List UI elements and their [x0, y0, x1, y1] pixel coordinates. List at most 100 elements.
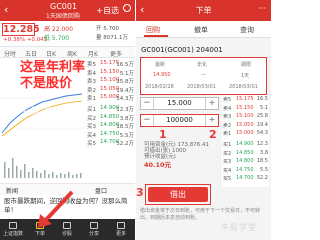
order-price: 15.150 — [100, 68, 120, 75]
step-3-label: 3 — [136, 186, 144, 199]
order-price: 14.800 — [236, 158, 254, 165]
low-value: 低 5.700 — [44, 35, 70, 42]
order-book-row[interactable]: 卖5 15.175 16.5万 — [87, 60, 134, 68]
order-volume: 5.5 — [260, 166, 268, 173]
order-book-row[interactable]: 买2 14.850 3.8万 — [87, 114, 134, 122]
order-book-row[interactable]: 买4 14.750 5.5 — [223, 167, 268, 174]
order-price: 14.850 — [100, 113, 120, 120]
minus-icon[interactable]: − — [141, 98, 154, 109]
order-volume: 3.8万 — [119, 115, 134, 122]
minus-icon[interactable]: − — [141, 115, 154, 126]
order-book-row[interactable]: 买3 14.800 18.5万 — [87, 122, 134, 130]
order-volume: 5.1 — [260, 104, 268, 111]
tab-monthly-k[interactable]: 月K — [88, 49, 98, 58]
order-book-row[interactable]: 卖2 15.050 19.4 — [223, 122, 268, 129]
plus-icon[interactable]: + — [205, 98, 218, 109]
order-book-row[interactable]: 买5 14.700 52.2万 — [87, 139, 134, 147]
add-favorite-button[interactable]: +自选 — [96, 5, 119, 16]
tab-query[interactable]: 查询 — [240, 25, 254, 35]
nav-share[interactable]: 分享 — [83, 220, 105, 239]
tab-intraday[interactable]: 分时 — [4, 49, 16, 58]
order-level-label: 卖1 — [223, 131, 232, 138]
nav-more[interactable]: 更多 — [110, 220, 132, 239]
order-level-label: 卖1 — [87, 96, 96, 103]
order-book-row[interactable]: 买1 14.900 12.3万 — [87, 105, 134, 113]
quote-summary: 12.285 +0.38% +0.045 高 22.000 低 5.700 开 … — [0, 21, 135, 47]
tab-cancel[interactable]: 撤单 — [194, 25, 208, 35]
tab-daily-k[interactable]: 日K — [46, 49, 56, 58]
page-title: 下单 — [195, 6, 212, 15]
index-icon — [9, 222, 17, 229]
order-level-label: 买1 — [223, 142, 232, 148]
volume-value: 量 8071.1万 — [96, 35, 128, 41]
order-volume: 54.3 — [256, 130, 268, 137]
table-cell: 2018/03/01 — [229, 84, 258, 90]
rate-input[interactable]: 15.000 — [154, 99, 205, 107]
tab-repo[interactable]: 回购 — [146, 25, 160, 35]
table-cell: 2018/03/01 — [187, 84, 216, 90]
tab-more[interactable]: 更多 — [110, 49, 122, 58]
order-book-row[interactable]: 卖4 15.150 5.1 — [223, 105, 268, 112]
order-level-label: 买4 — [223, 167, 232, 174]
order-book: 卖5 15.175 16.5 卖4 15.150 5.1 卖3 15.100 25.8 卖2 15.… — [222, 95, 269, 187]
order-book-row[interactable]: 买1 14.900 12.3 — [223, 141, 268, 148]
order-book-row[interactable]: 卖2 15.050 19.4万 — [87, 86, 134, 94]
order-price: 15.100 — [236, 113, 254, 120]
order-book-row[interactable]: 卖5 15.175 16.5 — [223, 96, 268, 103]
order-book-row[interactable]: 卖3 15.100 25.8 — [223, 113, 268, 120]
table-cell: 14.950 — [153, 72, 171, 78]
order-volume: 19.4 — [256, 121, 268, 128]
table-cell: — — [201, 72, 206, 78]
order-book-row[interactable]: 买3 14.800 18.5 — [223, 158, 268, 165]
order-book-row[interactable]: 卖3 15.100 25.8万 — [87, 77, 134, 85]
order-price: 15.050 — [236, 121, 254, 128]
order-price: 15.150 — [236, 104, 254, 111]
nav-index[interactable]: 上证指数 — [2, 220, 24, 239]
more-icon — [117, 222, 125, 229]
order-volume: 18.5万 — [116, 124, 134, 131]
back-arrow-icon[interactable]: ‹ — [4, 3, 8, 16]
tab-news[interactable]: 新闻 — [6, 186, 18, 195]
order-tabs: 回购 撤单 查询 — [136, 21, 271, 38]
order-book-row[interactable]: 卖1 15.000 54.3万 — [87, 94, 134, 102]
order-level-label: 买1 — [87, 107, 96, 113]
order-price: 14.900 — [236, 141, 254, 147]
order-level-label: 买5 — [87, 141, 96, 148]
plus-icon[interactable]: + — [205, 115, 218, 126]
order-level-label: 卖3 — [87, 79, 96, 86]
order-volume: 16.5万 — [116, 62, 134, 68]
order-volume: 5.5万 — [119, 132, 134, 139]
order-book: 卖5 15.175 16.5万 卖4 15.150 5.1万 卖3 15.100 25.8万 卖2… — [85, 58, 135, 150]
rate-stepper[interactable]: − 15.000 + — [140, 97, 219, 110]
lend-button[interactable]: 借出 — [148, 187, 208, 202]
last-price: 12.285 — [2, 23, 40, 36]
search-icon[interactable] — [123, 4, 131, 12]
order-price: 14.850 — [236, 149, 254, 156]
order-book-row[interactable]: 买2 14.850 3.8 — [223, 150, 268, 157]
share-icon — [90, 222, 98, 229]
more-dots-icon[interactable]: ··· — [258, 4, 266, 13]
table-header: 最新 — [155, 62, 166, 68]
order-book-row[interactable]: 买5 14.700 52.2 — [223, 175, 268, 182]
stock-code: GC001 — [50, 2, 78, 11]
order-level-label: 卖3 — [223, 114, 232, 121]
quote-table: 最新 年化 期限 14.950 — 1天 2018/02/28 2018/03/… — [140, 57, 267, 95]
tab-weekly-k[interactable]: 周K — [67, 49, 77, 58]
tab-5day[interactable]: 五日 — [25, 49, 37, 58]
price-change: +0.38% +0.045 — [3, 37, 48, 43]
table-header: 年化 — [197, 62, 208, 68]
order-level-label: 买4 — [87, 132, 96, 139]
amount-stepper[interactable]: − 100000 + — [140, 114, 219, 127]
arrow-annotation-icon — [38, 190, 74, 228]
order-book-row[interactable]: 卖1 15.000 54.3 — [223, 130, 268, 137]
amount-input[interactable]: 100000 — [154, 116, 205, 124]
tab-handicap[interactable]: 盘口 — [95, 186, 107, 195]
order-volume: 18.5 — [256, 158, 268, 165]
order-book-row[interactable]: 卖4 15.150 5.1万 — [87, 69, 134, 77]
order-level-label: 买2 — [87, 115, 96, 122]
order-volume: 19.4万 — [116, 87, 134, 94]
security-name: GC001(GC001) 204001 — [141, 46, 223, 54]
order-price: 15.000 — [236, 130, 254, 137]
order-book-row[interactable]: 买4 14.750 5.5万 — [87, 131, 134, 139]
stock-detail-screen: ‹ GC001 1天国债回购 +自选 12.285 +0.38% +0.045 … — [0, 0, 135, 240]
